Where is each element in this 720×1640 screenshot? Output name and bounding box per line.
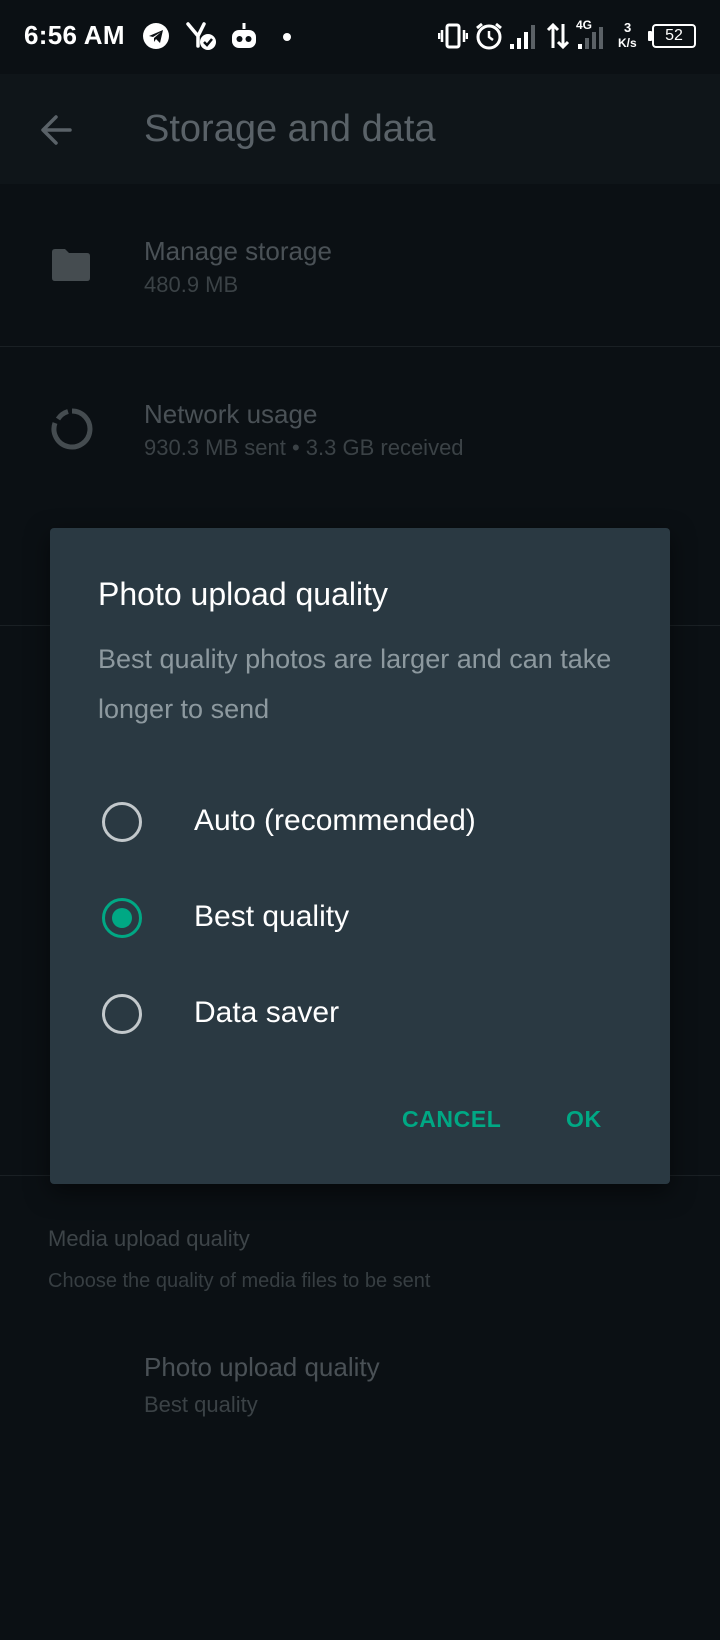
manage-storage-item[interactable]: Manage storage 480.9 MB [0, 184, 720, 346]
status-time: 6:56 AM [24, 20, 125, 50]
battery-level: 52 [665, 27, 683, 44]
folder-icon [52, 249, 90, 281]
network-usage-subtitle: 930.3 MB sent • 3.3 GB received [144, 435, 464, 460]
option-auto[interactable]: Auto (recommended) [50, 782, 670, 862]
status-bar: 6:56 AM 4G 3 K/s 52 [0, 0, 720, 74]
media-section-title: Media upload quality [48, 1226, 250, 1251]
battery-tip [648, 31, 652, 41]
option-label: Data saver [194, 996, 340, 1029]
speed-unit: K/s [618, 36, 637, 50]
option-label: Auto (recommended) [194, 804, 476, 837]
robot-icon [232, 23, 256, 48]
cancel-button[interactable]: CANCEL [402, 1106, 501, 1133]
option-best-quality[interactable]: Best quality [50, 878, 670, 958]
network-usage-title: Network usage [144, 399, 318, 429]
data-usage-icon [51, 408, 93, 450]
radio-button[interactable] [102, 802, 142, 842]
photo-upload-quality-item[interactable]: Photo upload quality Best quality [0, 1330, 720, 1430]
arrow-left-icon[interactable] [36, 110, 76, 150]
network-usage-item[interactable]: Network usage 930.3 MB sent • 3.3 GB rec… [0, 347, 720, 507]
page-title: Storage and data [144, 108, 436, 150]
fork-check-icon [186, 22, 216, 50]
app-bar: Storage and data [0, 74, 720, 184]
option-data-saver[interactable]: Data saver [50, 974, 670, 1054]
photo-quality-dialog: Photo upload quality Best quality photos… [50, 528, 670, 1184]
photo-upload-quality-subtitle: Best quality [144, 1392, 258, 1417]
manage-storage-subtitle: 480.9 MB [144, 272, 239, 297]
alarm-icon [476, 22, 502, 50]
data-arrows-icon [546, 22, 570, 50]
option-label: Best quality [194, 900, 350, 933]
battery-icon: 52 [652, 24, 696, 48]
dialog-message: Best quality photos are larger and can t… [98, 644, 612, 724]
media-section-subtitle: Choose the quality of media files to be … [48, 1270, 431, 1292]
photo-upload-quality-title: Photo upload quality [144, 1352, 380, 1382]
dot-icon [283, 33, 291, 41]
manage-storage-title: Manage storage [144, 236, 332, 266]
radio-button-selected[interactable] [102, 898, 142, 938]
vibrate-icon [438, 23, 468, 49]
speed-value: 3 [624, 20, 632, 35]
radio-button[interactable] [102, 994, 142, 1034]
ok-button[interactable]: OK [566, 1106, 602, 1133]
dialog-title: Photo upload quality [98, 576, 388, 612]
signal-4g-icon [578, 27, 603, 49]
telegram-icon [143, 23, 169, 49]
signal-icon [510, 25, 535, 49]
